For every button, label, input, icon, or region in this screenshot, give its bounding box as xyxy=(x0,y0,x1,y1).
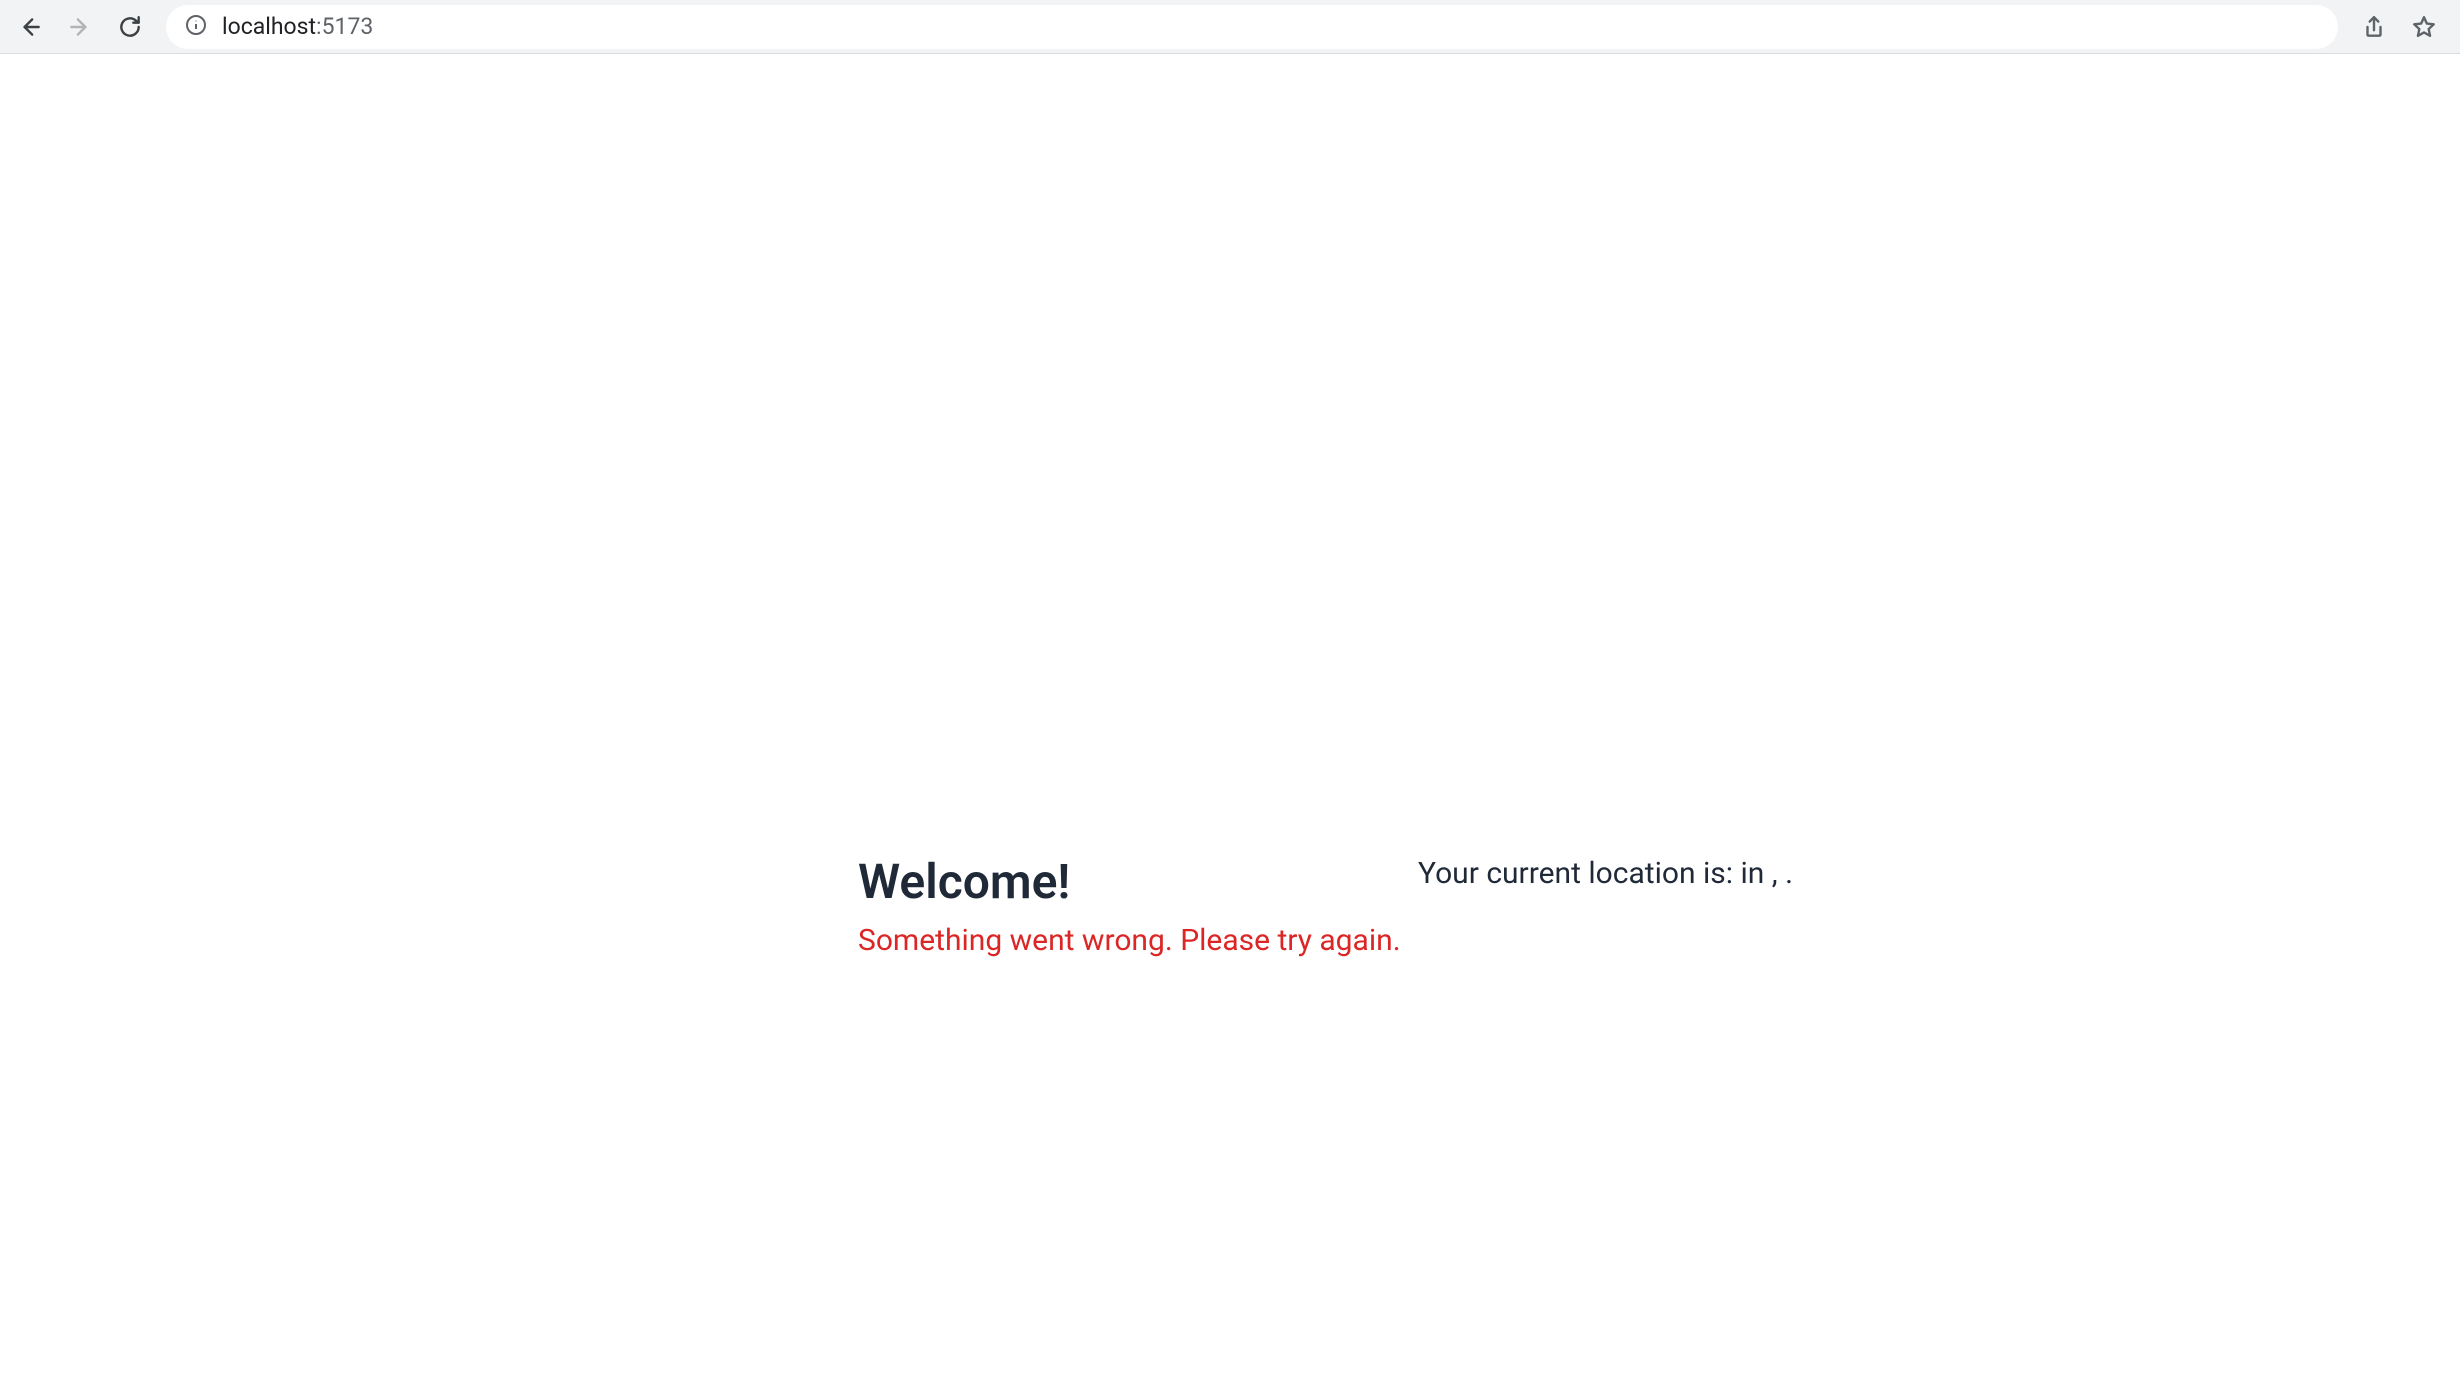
back-button[interactable] xyxy=(8,5,52,49)
bookmark-button[interactable] xyxy=(2402,5,2446,49)
star-icon xyxy=(2411,14,2437,40)
url-port: :5173 xyxy=(316,13,373,40)
page-viewport: Welcome! Something went wrong. Please tr… xyxy=(0,54,2460,1375)
browser-toolbar: localhost:5173 xyxy=(0,0,2460,54)
url-display: localhost:5173 xyxy=(222,13,373,40)
reload-icon xyxy=(117,14,143,40)
toolbar-right xyxy=(2352,5,2452,49)
site-info-icon[interactable] xyxy=(184,13,208,41)
address-bar[interactable]: localhost:5173 xyxy=(166,5,2338,49)
share-button[interactable] xyxy=(2352,5,2396,49)
arrow-right-icon xyxy=(67,14,93,40)
main-content: Welcome! Something went wrong. Please tr… xyxy=(858,852,1401,962)
error-message: Something went wrong. Please try again. xyxy=(858,920,1401,962)
page-title: Welcome! xyxy=(858,852,1401,912)
location-text: Your current location is: in , . xyxy=(1418,856,1793,891)
reload-button[interactable] xyxy=(108,5,152,49)
arrow-left-icon xyxy=(17,14,43,40)
forward-button[interactable] xyxy=(58,5,102,49)
url-host: localhost xyxy=(222,13,316,40)
share-icon xyxy=(2361,14,2387,40)
